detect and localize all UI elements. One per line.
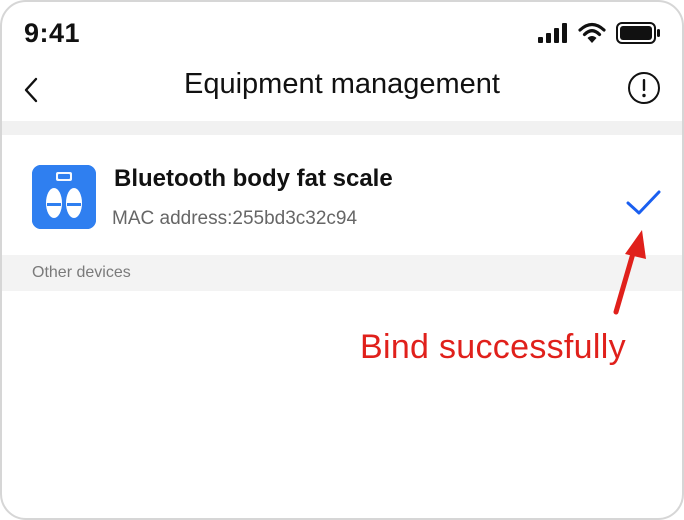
wifi-icon [578, 22, 606, 43]
battery-icon [616, 22, 660, 44]
status-time: 9:41 [24, 18, 81, 48]
checkmark-icon [626, 190, 661, 215]
phone-frame: 9:41 Equipment management Bluetooth body… [0, 0, 684, 520]
navigation-bar: Equipment management [2, 62, 682, 120]
device-mac-address: MAC address:255bd3c32c94 [112, 208, 358, 229]
info-button[interactable] [626, 70, 662, 106]
body-scale-icon [32, 165, 96, 229]
info-circle-icon [628, 72, 660, 104]
cellular-signal-icon [538, 23, 567, 43]
device-list-item[interactable]: Bluetooth body fat scale MAC address:255… [2, 135, 682, 255]
annotation-arrow-icon [613, 230, 646, 315]
annotation-label: Bind successfully [360, 328, 626, 366]
page-title: Equipment management [184, 68, 500, 100]
status-icons [538, 22, 662, 44]
other-devices-section-header: Other devices [2, 255, 682, 291]
device-name: Bluetooth body fat scale [114, 165, 393, 192]
status-bar: 9:41 [2, 2, 682, 62]
nav-divider [2, 121, 682, 135]
section-label: Other devices [32, 264, 131, 281]
